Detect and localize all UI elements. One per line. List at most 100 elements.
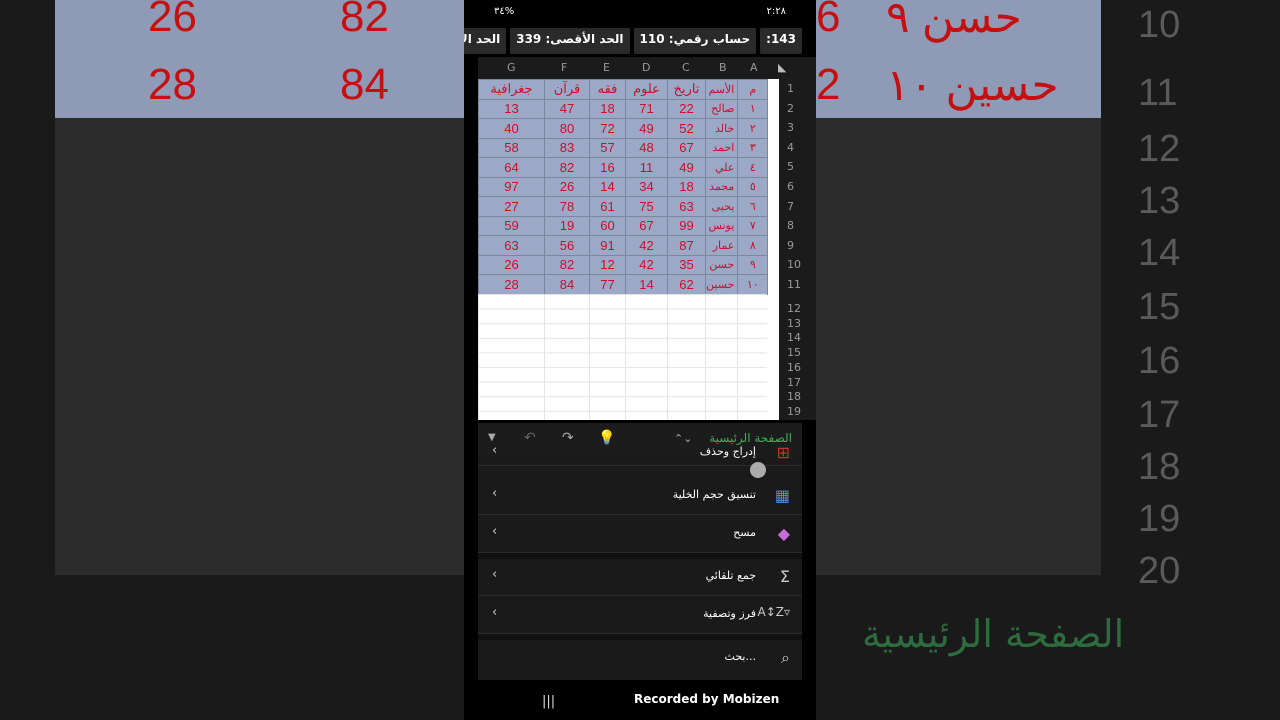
table-cell[interactable]: خالد bbox=[704, 118, 739, 139]
table-cell[interactable]: 48 bbox=[625, 137, 668, 158]
table-cell[interactable]: 60 bbox=[589, 215, 626, 236]
table-cell[interactable]: ١٠ bbox=[737, 274, 769, 295]
table-cell[interactable]: ٧ bbox=[737, 215, 769, 236]
table-cell[interactable]: ٢ bbox=[737, 118, 769, 139]
table-cell[interactable]: 58 bbox=[478, 137, 545, 158]
table-cell[interactable]: 26 bbox=[478, 254, 545, 275]
table-cell[interactable]: 16 bbox=[589, 157, 626, 178]
table-cell[interactable]: 35 bbox=[667, 254, 706, 275]
table-cell[interactable]: 18 bbox=[667, 176, 706, 197]
table-row[interactable]: 64 82 16 11 49 علي ٤ bbox=[478, 157, 769, 178]
table-row[interactable]: 63 56 91 42 87 عمار ٨ bbox=[478, 235, 769, 256]
max-chip[interactable]: الحد الأقصى: 339 bbox=[510, 28, 630, 54]
table-cell[interactable]: 63 bbox=[667, 196, 706, 217]
table-cell[interactable]: 14 bbox=[625, 274, 668, 295]
dropdown-icon[interactable]: ▼ bbox=[488, 432, 496, 443]
table-cell[interactable]: ٨ bbox=[737, 235, 769, 256]
table-cell[interactable]: 42 bbox=[625, 235, 668, 256]
table-cell[interactable]: 40 bbox=[478, 118, 545, 139]
row-number[interactable]: 4 bbox=[787, 141, 794, 154]
min-chip[interactable]: الحد الأدنى: 1 bbox=[464, 28, 507, 54]
row-number[interactable]: 6 bbox=[787, 180, 794, 193]
row-number[interactable]: 5 bbox=[787, 160, 794, 173]
row-number[interactable]: 15 bbox=[787, 346, 801, 359]
select-all-icon[interactable]: ◣ bbox=[778, 61, 786, 74]
menu-item-search[interactable]: بحث... ⌕ bbox=[478, 640, 802, 676]
table-cell[interactable]: 59 bbox=[478, 215, 545, 236]
table-cell[interactable]: 34 bbox=[625, 176, 668, 197]
table-row[interactable]: 28 84 77 14 62 حسين ١٠ bbox=[478, 274, 769, 295]
spreadsheet[interactable]: G F E D C B A ◣ جغرافية قرآن فقه علوم تاريخ ا… bbox=[478, 57, 816, 420]
column-header[interactable]: C bbox=[682, 61, 690, 74]
header-row[interactable]: جغرافية قرآن فقه علوم تاريخ الأسم م bbox=[478, 79, 769, 100]
table-row[interactable]: 59 19 60 67 99 يونس ٧ bbox=[478, 215, 769, 236]
header-cell[interactable]: فقه bbox=[589, 79, 626, 100]
numeric-count-chip[interactable]: حساب رقمي: 110 bbox=[633, 28, 757, 54]
table-cell[interactable]: 13 bbox=[478, 98, 545, 119]
column-header[interactable]: D bbox=[642, 61, 650, 74]
table-cell[interactable]: علي bbox=[704, 157, 739, 178]
menu-item-clear[interactable]: ‹ مسح ◆ bbox=[478, 516, 802, 553]
menu-item-sort-filter[interactable]: ‹ فرز وتصفية A↕Z▿ bbox=[478, 597, 802, 634]
table-cell[interactable]: 71 bbox=[625, 98, 668, 119]
header-cell[interactable]: م bbox=[737, 79, 769, 100]
table-cell[interactable]: ٥ bbox=[737, 176, 769, 197]
column-header[interactable]: B bbox=[719, 61, 727, 74]
table-cell[interactable]: 19 bbox=[544, 215, 590, 236]
header-cell[interactable]: تاريخ bbox=[667, 79, 706, 100]
table-cell[interactable]: ٦ bbox=[737, 196, 769, 217]
table-cell[interactable]: 62 bbox=[667, 274, 706, 295]
row-number[interactable]: 7 bbox=[787, 200, 794, 213]
row-number[interactable]: 16 bbox=[787, 361, 801, 374]
table-cell[interactable]: 42 bbox=[625, 254, 668, 275]
table-cell[interactable]: 26 bbox=[544, 176, 590, 197]
row-number[interactable]: 12 bbox=[787, 302, 801, 315]
table-cell[interactable]: 72 bbox=[589, 118, 626, 139]
table-cell[interactable]: يحيى bbox=[704, 196, 739, 217]
row-number[interactable]: 9 bbox=[787, 239, 794, 252]
recent-apps-icon[interactable]: ||| bbox=[542, 694, 555, 709]
table-cell[interactable]: حسن bbox=[704, 254, 739, 275]
table-cell[interactable]: 63 bbox=[478, 235, 545, 256]
column-header[interactable]: E bbox=[603, 61, 610, 74]
row-number[interactable]: 10 bbox=[787, 258, 801, 271]
table-cell[interactable]: 61 bbox=[589, 196, 626, 217]
table-row[interactable]: 13 47 18 71 22 صالح ١ bbox=[478, 98, 769, 119]
row-number[interactable]: 18 bbox=[787, 390, 801, 403]
table-cell[interactable]: 83 bbox=[544, 137, 590, 158]
table-row[interactable]: 26 82 12 42 35 حسن ٩ bbox=[478, 254, 769, 275]
table-cell[interactable]: 47 bbox=[544, 98, 590, 119]
table-cell[interactable]: حسين bbox=[704, 274, 739, 295]
column-header[interactable]: G bbox=[507, 61, 516, 74]
header-cell[interactable]: الأسم bbox=[704, 79, 739, 100]
row-number[interactable]: 17 bbox=[787, 376, 801, 389]
table-row[interactable]: 27 78 61 75 63 يحيى ٦ bbox=[478, 196, 769, 217]
empty-cells[interactable] bbox=[478, 294, 767, 420]
table-cell[interactable]: ٩ bbox=[737, 254, 769, 275]
row-number[interactable]: 1 bbox=[787, 82, 794, 95]
table-cell[interactable]: ٣ bbox=[737, 137, 769, 158]
table-row[interactable]: 40 80 72 49 52 خالد ٢ bbox=[478, 118, 769, 139]
table-cell[interactable]: 91 bbox=[589, 235, 626, 256]
table-cell[interactable]: 28 bbox=[478, 274, 545, 295]
table-cell[interactable]: 52 bbox=[667, 118, 706, 139]
table-cell[interactable]: 22 bbox=[667, 98, 706, 119]
table-cell[interactable]: 80 bbox=[544, 118, 590, 139]
row-number[interactable]: 2 bbox=[787, 102, 794, 115]
table-cell[interactable]: يونس bbox=[704, 215, 739, 236]
table-cell[interactable]: محمد bbox=[704, 176, 739, 197]
row-number[interactable]: 19 bbox=[787, 405, 801, 418]
table-cell[interactable]: ٤ bbox=[737, 157, 769, 178]
count-chip[interactable]: 143: bbox=[760, 28, 802, 54]
table-cell[interactable]: 14 bbox=[589, 176, 626, 197]
table-cell[interactable]: 78 bbox=[544, 196, 590, 217]
header-cell[interactable]: علوم bbox=[625, 79, 668, 100]
row-number[interactable]: 13 bbox=[787, 317, 801, 330]
menu-item-autosum[interactable]: ‹ جمع تلقائي Σ bbox=[478, 559, 802, 596]
row-number[interactable]: 11 bbox=[787, 278, 801, 291]
table-cell[interactable]: 97 bbox=[478, 176, 545, 197]
row-number[interactable]: 14 bbox=[787, 331, 801, 344]
table-cell[interactable]: 57 bbox=[589, 137, 626, 158]
table-cell[interactable]: 82 bbox=[544, 254, 590, 275]
header-cell[interactable]: قرآن bbox=[544, 79, 590, 100]
